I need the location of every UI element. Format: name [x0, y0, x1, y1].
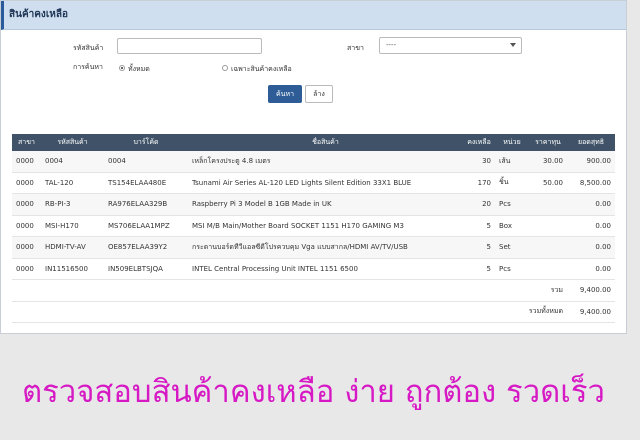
cell-barcode: OE857ELAA39Y2: [104, 236, 188, 259]
radio-all[interactable]: [119, 65, 125, 71]
cell-cost: [529, 236, 567, 259]
cell-product-code: HDMI-TV-AV: [41, 236, 104, 259]
cell-net: 0.00: [567, 193, 615, 216]
column-header[interactable]: หน่วย: [495, 134, 529, 151]
cell-cost: 30.00: [529, 151, 567, 173]
column-header[interactable]: ยอดสุทธิ: [567, 134, 615, 151]
cell-net: 0.00: [567, 236, 615, 259]
cell-product-name: กระดานบอร์ดทีวีแอลซีดีโปรควบคุม Vga แบบส…: [188, 236, 463, 259]
cell-product-code: MSI-H170: [41, 215, 104, 237]
cell-cost: [529, 258, 567, 280]
clear-button[interactable]: ล้าง: [305, 85, 333, 103]
cell-remaining: 5: [463, 258, 495, 280]
cell-remaining: 5: [463, 215, 495, 237]
branch-label: สาขา: [347, 44, 364, 52]
branch-select-value: ----: [386, 41, 397, 49]
cell-product-name: INTEL Central Processing Unit INTEL 1151…: [188, 258, 463, 280]
cell-product-name: Tsunami Air Series AL-120 LED Lights Sil…: [188, 172, 463, 194]
subtotal-row: รวม 9,400.00: [12, 279, 615, 302]
cell-barcode: TS154ELAA480E: [104, 172, 188, 194]
stock-table: สาขา รหัสสินค้า บาร์โค้ด ชื่อสินค้า คงเห…: [12, 134, 615, 323]
cell-branch: 0000: [12, 236, 41, 259]
grandtotal-value: 9,400.00: [567, 301, 615, 323]
product-code-input[interactable]: [117, 38, 262, 54]
column-header[interactable]: ชื่อสินค้า: [188, 134, 463, 151]
cell-net: 0.00: [567, 215, 615, 237]
table-row[interactable]: 0000 0004 0004 เหล็กโครงประตู 4.8 เมตร 3…: [12, 151, 615, 173]
cell-unit: Set: [495, 236, 529, 259]
cell-product-name: Raspberry Pi 3 Model B 1GB Made in UK: [188, 193, 463, 216]
panel-header: [1, 1, 626, 30]
table-row[interactable]: 0000 RB-PI-3 RA976ELAA329B Raspberry Pi …: [12, 193, 615, 216]
subtotal-value: 9,400.00: [567, 279, 615, 302]
cell-barcode: RA976ELAA329B: [104, 193, 188, 216]
cell-cost: [529, 193, 567, 216]
radio-remaining-label[interactable]: เฉพาะสินค้าคงเหลือ: [231, 64, 292, 75]
column-header[interactable]: สาขา: [12, 134, 41, 151]
grandtotal-label: รวมทั้งหมด: [12, 301, 567, 323]
cell-unit: เส้น: [495, 151, 529, 173]
grandtotal-row: รวมทั้งหมด 9,400.00: [12, 301, 615, 323]
product-code-label: รหัสสินค้า: [73, 44, 104, 52]
cell-product-name: เหล็กโครงประตู 4.8 เมตร: [188, 151, 463, 173]
chevron-down-icon: [510, 43, 516, 47]
search-button[interactable]: ค้นหา: [268, 85, 302, 103]
cell-branch: 0000: [12, 258, 41, 280]
cell-product-code: RB-PI-3: [41, 193, 104, 216]
stock-panel: สินค้าคงเหลือ รหัสสินค้า สาขา ---- การค้…: [0, 0, 627, 334]
cell-cost: 50.00: [529, 172, 567, 194]
table-row[interactable]: 0000 HDMI-TV-AV OE857ELAA39Y2 กระดานบอร์…: [12, 236, 615, 259]
column-header[interactable]: รหัสสินค้า: [41, 134, 104, 151]
cell-branch: 0000: [12, 215, 41, 237]
promo-tagline: ตรวจสอบสินค้าคงเหลือ ง่าย ถูกต้อง รวดเร็…: [22, 374, 605, 410]
cell-branch: 0000: [12, 151, 41, 173]
branch-select[interactable]: ----: [379, 37, 522, 54]
cell-branch: 0000: [12, 172, 41, 194]
radio-all-label[interactable]: ทั้งหมด: [128, 64, 150, 75]
cell-net: 0.00: [567, 258, 615, 280]
cell-remaining: 30: [463, 151, 495, 173]
cell-cost: [529, 215, 567, 237]
cell-product-code: TAL-120: [41, 172, 104, 194]
search-by-label: การค้นหา: [73, 63, 103, 71]
cell-unit: Pcs: [495, 258, 529, 280]
cell-remaining: 20: [463, 193, 495, 216]
cell-product-name: MSI M/B Main/Mother Board SOCKET 1151 H1…: [188, 215, 463, 237]
cell-unit: Pcs: [495, 193, 529, 216]
table-row[interactable]: 0000 IN11516500 IN509ELBTSJQA INTEL Cent…: [12, 258, 615, 280]
subtotal-label: รวม: [12, 279, 567, 302]
cell-net: 8,500.00: [567, 172, 615, 194]
cell-barcode: 0004: [104, 151, 188, 173]
table-header-row: สาขา รหัสสินค้า บาร์โค้ด ชื่อสินค้า คงเห…: [12, 134, 615, 151]
radio-remaining-only[interactable]: [222, 65, 228, 71]
column-header[interactable]: คงเหลือ: [463, 134, 495, 151]
column-header[interactable]: บาร์โค้ด: [104, 134, 188, 151]
cell-unit: ชิ้น: [495, 172, 529, 194]
cell-branch: 0000: [12, 193, 41, 216]
cell-product-code: IN11516500: [41, 258, 104, 280]
cell-remaining: 170: [463, 172, 495, 194]
panel-title: สินค้าคงเหลือ: [9, 9, 68, 20]
column-header[interactable]: ราคาทุน: [529, 134, 567, 151]
cell-unit: Box: [495, 215, 529, 237]
table-row[interactable]: 0000 MSI-H170 MS706ELAA1MPZ MSI M/B Main…: [12, 215, 615, 237]
cell-remaining: 5: [463, 236, 495, 259]
cell-product-code: 0004: [41, 151, 104, 173]
table-row[interactable]: 0000 TAL-120 TS154ELAA480E Tsunami Air S…: [12, 172, 615, 194]
cell-barcode: IN509ELBTSJQA: [104, 258, 188, 280]
cell-barcode: MS706ELAA1MPZ: [104, 215, 188, 237]
cell-net: 900.00: [567, 151, 615, 173]
